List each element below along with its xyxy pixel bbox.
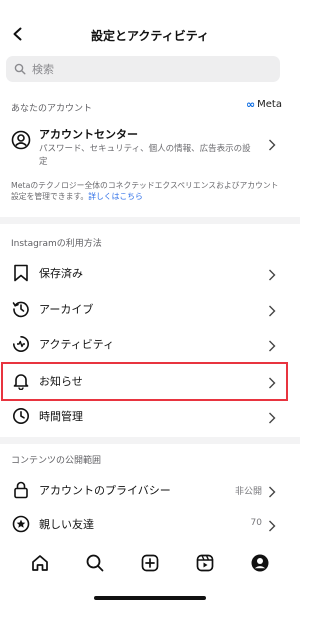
profile-icon [251,554,269,572]
account-icon [11,130,31,154]
bookmark-icon [11,263,31,283]
chevron-right-icon [268,517,276,536]
tab-search[interactable] [83,551,107,575]
menu-item-label: 保存済み [39,267,83,280]
account-center-title: アカウントセンター [39,128,138,141]
account-center-subtitle: パスワード、セキュリティ、個人の情報、広告表示の設定 [39,144,251,167]
search-icon [86,554,104,572]
search-input[interactable]: 検索 [6,56,280,82]
chevron-left-icon [13,27,22,41]
tab-create[interactable] [138,551,162,575]
chevron-right-icon [268,266,276,285]
menu-item-label: 親しい友達 [39,518,94,531]
search-icon [14,63,26,75]
close-friends-count: 70 [250,518,262,528]
chevron-right-icon [268,337,276,356]
section-heading-usage: Instagramの利用方法 [11,239,102,249]
account-center-row[interactable]: アカウントセンター パスワード、セキュリティ、個人の情報、広告表示の設定 [0,120,300,172]
tab-home[interactable] [28,551,52,575]
menu-item-label: 時間管理 [39,410,83,423]
menu-item-label: アクティビティ [39,338,115,351]
menu-item-close-friends[interactable]: 親しい友達 70 [0,505,300,543]
section-divider [0,437,300,444]
clock-icon [11,406,31,426]
account-description: Metaのテクノロジー全体のコネクテッドエクスペリエンスおよびアカウント設定を管… [11,180,279,202]
reels-icon [196,554,214,572]
menu-item-account-privacy[interactable]: アカウントのプライバシー 非公開 [0,471,300,509]
star-icon [11,514,31,534]
tab-profile[interactable] [248,551,272,575]
menu-item-label: アーカイブ [39,303,94,316]
menu-item-archive[interactable]: アーカイブ [0,290,300,328]
create-icon [141,554,159,572]
meta-logo: ∞ Meta [246,98,282,111]
chevron-right-icon [268,483,276,502]
home-icon [31,555,48,571]
home-indicator [94,596,206,600]
tab-reels[interactable] [193,551,217,575]
page-title: 設定とアクティビティ [91,28,209,43]
search-placeholder: 検索 [32,63,54,76]
back-button[interactable] [6,22,30,46]
section-heading-account: あなたのアカウント [11,104,93,114]
menu-item-time-management[interactable]: 時間管理 [0,397,300,435]
section-divider [0,217,300,224]
activity-icon [11,334,31,354]
meta-infinity-icon: ∞ [245,98,256,111]
learn-more-link[interactable]: 詳しくはこちら [88,192,143,201]
bottom-tab-bar [0,545,300,581]
chevron-right-icon [268,409,276,428]
menu-item-saved[interactable]: 保存済み [0,254,300,292]
section-heading-visibility: コンテンツの公開範囲 [11,456,102,466]
top-bar: 設定とアクティビティ [0,18,300,52]
account-description-text: Metaのテクノロジー全体のコネクテッドエクスペリエンスおよびアカウント設定を管… [11,181,279,201]
menu-item-label: アカウントのプライバシー [39,484,171,497]
lock-icon [11,480,31,500]
menu-item-activity[interactable]: アクティビティ [0,325,300,363]
highlight-box [1,362,288,401]
archive-icon [11,299,31,319]
chevron-right-icon [268,136,276,155]
meta-label: Meta [257,99,282,110]
privacy-status-value: 非公開 [234,487,262,497]
chevron-right-icon [268,302,276,321]
